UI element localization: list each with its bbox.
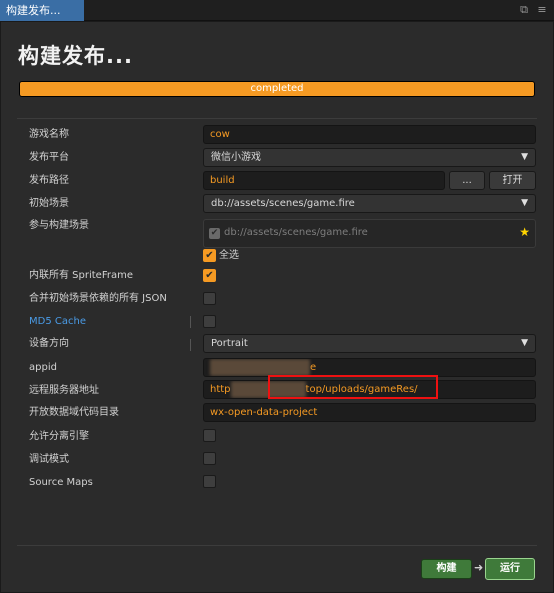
- orientation-separator: [190, 339, 191, 351]
- chevron-down-icon: ▼: [521, 338, 528, 348]
- inline-spriteframe-checkbox[interactable]: ✔: [203, 269, 216, 282]
- debug-mode-checkbox[interactable]: [203, 452, 216, 465]
- run-button[interactable]: 运行: [485, 558, 535, 580]
- game-name-label: 游戏名称: [29, 129, 69, 140]
- build-path-input[interactable]: build: [203, 171, 445, 190]
- build-panel: [0, 21, 554, 593]
- platform-select[interactable]: 微信小游戏 ▼: [203, 148, 536, 167]
- start-scene-select-value: db://assets/scenes/game.fire: [211, 198, 355, 209]
- merge-json-checkbox[interactable]: [203, 292, 216, 305]
- platform-label: 发布平台: [29, 152, 69, 163]
- open-data-dir-input[interactable]: wx-open-data-project: [203, 403, 536, 422]
- chevron-down-icon: ▼: [521, 152, 528, 162]
- build-path-label: 发布路径: [29, 175, 69, 186]
- merge-json-label: 合并初始场景依赖的所有 JSON: [29, 293, 167, 304]
- build-button[interactable]: 构建: [421, 559, 472, 579]
- start-scene-label: 初始场景: [29, 198, 69, 209]
- select-all-label: 全选: [219, 250, 239, 261]
- remote-server-value-start: http: [210, 384, 231, 395]
- md5-cache-separator: [190, 316, 191, 328]
- md5-cache-label[interactable]: MD5 Cache: [29, 315, 86, 329]
- divider-bottom: [17, 545, 537, 546]
- debug-mode-label: 调试模式: [29, 454, 69, 465]
- appid-value-end: e: [310, 362, 317, 373]
- arrow-right-icon: ➜: [474, 561, 484, 574]
- orientation-select[interactable]: Portrait ▼: [203, 334, 536, 353]
- appid-label: appid: [29, 362, 57, 373]
- separate-engine-label: 允许分离引擎: [29, 431, 89, 442]
- star-icon[interactable]: ★: [519, 225, 530, 239]
- highlight-annotation-box: [268, 375, 438, 399]
- game-name-input[interactable]: cow: [203, 125, 536, 144]
- remote-server-label: 远程服务器地址: [29, 385, 99, 396]
- start-scene-select[interactable]: db://assets/scenes/game.fire ▼: [203, 194, 536, 213]
- inline-spriteframe-label: 内联所有 SpriteFrame: [29, 270, 133, 281]
- build-progress-bar: completed: [19, 81, 535, 97]
- included-scenes-label: 参与构建场景: [29, 220, 89, 231]
- scene-path: db://assets/scenes/game.fire: [224, 227, 368, 238]
- window-tab-bar: 构建发布... ⧉ ≡: [0, 0, 554, 21]
- platform-select-value: 微信小游戏: [211, 152, 261, 163]
- browse-path-button[interactable]: ...: [449, 171, 485, 190]
- window-tab[interactable]: 构建发布...: [0, 0, 84, 21]
- chevron-down-icon: ▼: [521, 198, 528, 208]
- md5-cache-checkbox[interactable]: [203, 315, 216, 328]
- progress-text: completed: [250, 83, 304, 94]
- orientation-label: 设备方向: [29, 338, 69, 349]
- appid-redacted: xxxxxxxxxxxxxx: [210, 359, 310, 376]
- open-path-button[interactable]: 打开: [489, 171, 536, 190]
- menu-icon[interactable]: ≡: [536, 4, 548, 16]
- page-title: 构建发布...: [18, 44, 133, 68]
- maximize-icon[interactable]: ⧉: [518, 4, 530, 16]
- source-maps-checkbox[interactable]: [203, 475, 216, 488]
- source-maps-label: Source Maps: [29, 477, 93, 488]
- separate-engine-checkbox[interactable]: [203, 429, 216, 442]
- orientation-select-value: Portrait: [211, 338, 248, 349]
- open-data-dir-label: 开放数据域代码目录: [29, 407, 119, 418]
- divider-top: [17, 118, 537, 119]
- scene-checkbox[interactable]: ✔: [209, 228, 220, 239]
- included-scenes-list: ✔ db://assets/scenes/game.fire ★: [203, 219, 536, 248]
- select-all-checkbox[interactable]: ✔: [203, 249, 216, 262]
